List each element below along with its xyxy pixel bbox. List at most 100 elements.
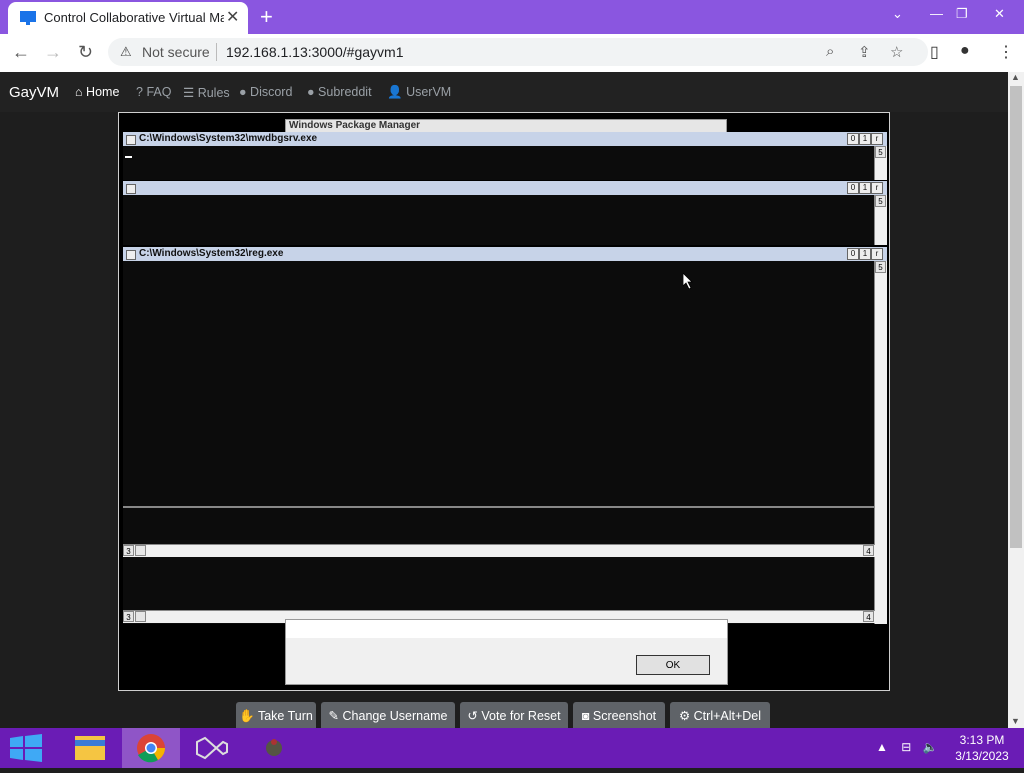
volume-icon[interactable]: 🔈 <box>923 740 938 754</box>
spider-icon <box>266 739 282 756</box>
console-title: C:\Windows\System32\reg.exe <box>139 248 284 259</box>
scroll-right-icon[interactable]: 4 <box>863 545 874 556</box>
url-text[interactable]: 192.168.1.13:3000/#gayvm1 <box>226 44 403 60</box>
system-menu-icon[interactable] <box>126 135 136 145</box>
vm-display[interactable]: Windows Package Manager C:\Windows\Syste… <box>118 112 890 691</box>
back-icon[interactable]: ← <box>12 42 30 63</box>
scroll-up-icon[interactable]: 5 <box>875 195 886 207</box>
console-window-untitled[interactable]: 0 1 r 5 <box>123 181 887 245</box>
bookmark-star-icon[interactable]: ☆ <box>890 43 903 61</box>
browser-titlebar: Control Collaborative Virtual Mac ✕ + ⌄ … <box>0 0 1024 34</box>
clock[interactable]: 3:13 PM 3/13/2023 <box>950 732 1014 764</box>
tab-search-icon[interactable]: ⌄ <box>892 6 903 22</box>
nav-subreddit[interactable]: ● Subreddit <box>307 85 372 99</box>
profile-icon[interactable]: ● <box>960 42 970 60</box>
scroll-right-icon[interactable]: 4 <box>863 611 874 622</box>
restore-icon[interactable]: ❐ <box>956 6 968 22</box>
nav-uservm[interactable]: 👤 UserVM <box>387 85 451 100</box>
nav-home-label: Home <box>86 85 120 99</box>
vote-reset-button[interactable]: ↺ Vote for Reset <box>460 702 568 730</box>
close-icon[interactable]: r <box>871 248 883 260</box>
maximize-icon[interactable]: 1 <box>859 248 871 260</box>
nav-home[interactable]: ⌂ Home <box>75 85 119 99</box>
system-menu-icon[interactable] <box>126 184 136 194</box>
console-vscroll[interactable]: 5 <box>874 261 887 624</box>
tab-close-icon[interactable]: ✕ <box>226 7 239 27</box>
folder-icon <box>75 736 105 760</box>
console-title: C:\Windows\System32\mwdbgsrv.exe <box>139 133 318 144</box>
change-username-button[interactable]: ✎ Change Username <box>321 702 455 730</box>
take-turn-button[interactable]: ✋ Take Turn <box>236 702 316 730</box>
nav-faq[interactable]: ? FAQ <box>136 85 171 99</box>
ctrl-alt-del-label: Ctrl+Alt+Del <box>693 709 762 723</box>
ctrl-alt-del-button[interactable]: ⚙ Ctrl+Alt+Del <box>670 702 770 730</box>
nav-rules[interactable]: ☰ Rules <box>183 85 230 100</box>
forward-icon[interactable]: → <box>44 42 62 63</box>
visual-studio-icon <box>196 736 228 760</box>
minimize-icon[interactable]: 0 <box>847 182 859 194</box>
chrome-icon <box>137 734 165 763</box>
warning-icon[interactable]: ⚠ <box>120 44 132 60</box>
scroll-up-icon[interactable]: ▲ <box>1011 72 1020 82</box>
not-secure-label[interactable]: Not secure <box>142 44 210 60</box>
close-icon[interactable]: r <box>871 182 883 194</box>
rules-icon: ☰ <box>183 86 195 100</box>
site-brand[interactable]: GayVM <box>9 84 59 101</box>
taskbar: ▲ ⊟ 🔈 3:13 PM 3/13/2023 <box>0 728 1024 768</box>
new-tab-button[interactable]: + <box>260 4 273 30</box>
scroll-thumb[interactable] <box>135 545 146 556</box>
visual-studio-app[interactable] <box>183 728 241 768</box>
browser-tab[interactable]: Control Collaborative Virtual Mac ✕ <box>8 2 248 34</box>
scroll-left-icon[interactable]: 3 <box>123 545 134 556</box>
ok-button[interactable]: OK <box>636 655 710 675</box>
omnibox-divider <box>216 43 217 61</box>
site-navbar: GayVM ⌂ Home ? FAQ ☰ Rules ● Discord ● S… <box>0 72 1008 112</box>
scroll-thumb[interactable] <box>135 611 146 622</box>
file-explorer-app[interactable] <box>61 728 119 768</box>
zoom-icon[interactable]: ⌕ <box>826 43 834 60</box>
close-window-icon[interactable]: ✕ <box>994 6 1005 22</box>
chevron-up-icon[interactable]: ▲ <box>876 740 888 754</box>
home-icon: ⌂ <box>75 85 83 99</box>
console-divider <box>123 506 875 508</box>
minimize-icon[interactable]: — <box>930 6 943 21</box>
menu-icon[interactable]: ⋮ <box>998 42 1014 62</box>
console-titlebar[interactable]: C:\Windows\System32\reg.exe 0 1 r <box>123 247 887 261</box>
scroll-up-icon[interactable]: 5 <box>875 146 886 158</box>
nav-discord[interactable]: ● Discord <box>239 85 292 99</box>
system-menu-icon[interactable] <box>126 250 136 260</box>
camera-icon: ◙ <box>581 709 590 723</box>
user-edit-icon: ✎ <box>328 709 340 723</box>
message-dialog[interactable]: OK <box>285 619 728 685</box>
console-vscroll[interactable]: 5 <box>874 195 887 245</box>
minimize-icon[interactable]: 0 <box>847 133 859 145</box>
share-icon[interactable]: ⇪ <box>858 43 871 61</box>
nav-subreddit-label: Subreddit <box>318 85 372 99</box>
scroll-up-icon[interactable]: 5 <box>875 261 886 273</box>
hand-icon: ✋ <box>239 709 255 723</box>
scroll-down-icon[interactable]: ▼ <box>1011 716 1020 726</box>
console-titlebar[interactable]: 0 1 r <box>123 181 887 195</box>
console-window-mwdbgsrv[interactable]: C:\Windows\System32\mwdbgsrv.exe 0 1 r 5 <box>123 132 887 180</box>
address-bar[interactable]: ⚠ Not secure 192.168.1.13:3000/#gayvm1 ⌕… <box>108 38 928 66</box>
page-scrollbar[interactable]: ▲ ▼ <box>1008 72 1024 728</box>
chrome-app[interactable] <box>122 728 180 768</box>
screenshot-button[interactable]: ◙ Screenshot <box>573 702 665 730</box>
maximize-icon[interactable]: 1 <box>859 182 871 194</box>
close-icon[interactable]: r <box>871 133 883 145</box>
console-vscroll[interactable]: 5 <box>874 146 887 180</box>
console-window-reg[interactable]: C:\Windows\System32\reg.exe 0 1 r 5 <box>123 247 887 624</box>
console-titlebar[interactable]: C:\Windows\System32\mwdbgsrv.exe 0 1 r <box>123 132 887 146</box>
scroll-left-icon[interactable]: 3 <box>123 611 134 622</box>
reload-icon[interactable]: ↻ <box>78 42 93 63</box>
spider-app[interactable] <box>244 728 302 768</box>
console-hscroll[interactable]: 3 4 <box>123 544 875 557</box>
minimize-icon[interactable]: 0 <box>847 248 859 260</box>
network-icon[interactable]: ⊟ <box>901 740 911 754</box>
system-tray[interactable]: ▲ ⊟ 🔈 <box>876 740 938 754</box>
side-panel-icon[interactable]: ▯ <box>930 42 939 62</box>
scroll-thumb[interactable] <box>1010 86 1022 548</box>
maximize-icon[interactable]: 1 <box>859 133 871 145</box>
package-manager-titlebar[interactable]: Windows Package Manager <box>285 119 727 133</box>
windows-start-icon[interactable] <box>10 734 42 762</box>
